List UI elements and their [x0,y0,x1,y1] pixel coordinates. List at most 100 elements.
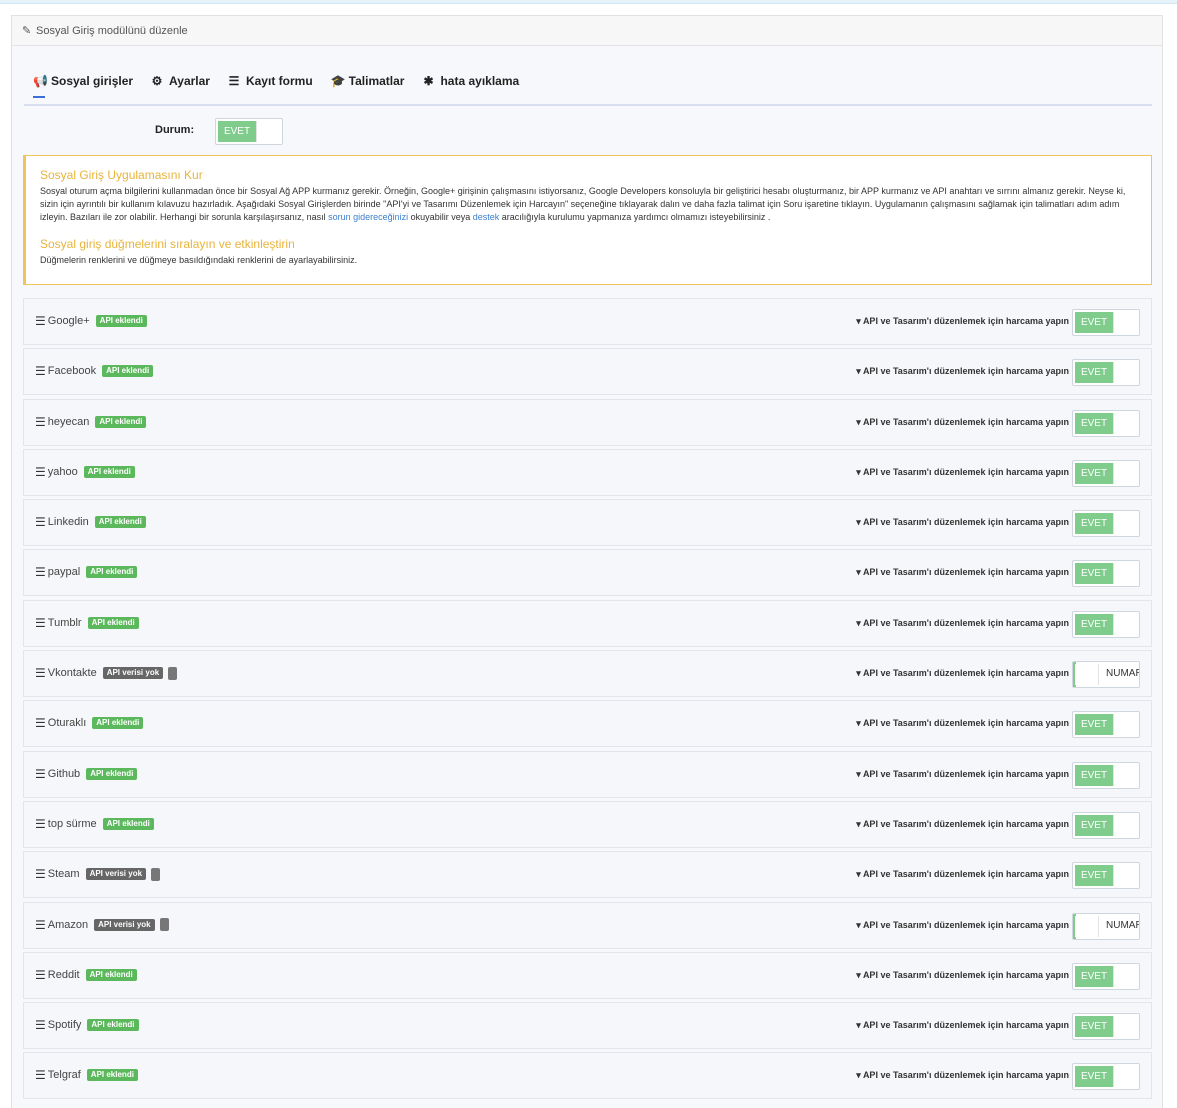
provider-name: ☰ Google+ API eklendi [35,314,147,328]
tab-registration-form[interactable]: ☰ Kayıt formu [228,74,313,92]
expand-edit-link[interactable]: ▾ API ve Tasarım'ı düzenlemek için harca… [856,819,1069,830]
expand-edit-link[interactable]: ▾ API ve Tasarım'ı düzenlemek için harca… [856,769,1069,780]
expand-edit-link[interactable]: ▾ API ve Tasarım'ı düzenlemek için harca… [856,718,1069,729]
provider-row[interactable]: ☰ Facebook API eklendi ▾ API ve Tasarım'ı d… [23,348,1152,396]
provider-toggle[interactable]: EVET [1072,510,1140,538]
provider-row[interactable]: ☰ Google+ API eklendi ▾ API ve Tasarım'ı dü… [23,298,1152,345]
drag-handle-icon[interactable]: ☰ [35,767,46,781]
drag-handle-icon[interactable]: ☰ [35,968,46,982]
provider-toggle[interactable]: NUMARA [1072,661,1140,689]
drag-handle-icon[interactable]: ☰ [35,918,46,932]
provider-toggle[interactable]: EVET [1072,409,1140,437]
provider-row[interactable]: ☰ Spotify API eklendi ▾ API ve Tasarım'ı dü… [23,1002,1152,1050]
expand-edit-link[interactable]: ▾ API ve Tasarım'ı düzenlemek için harca… [856,618,1069,629]
provider-name: ☰ Facebook API eklendi [35,364,154,378]
api-status-badge: API eklendi [87,616,139,629]
drag-handle-icon[interactable]: ☰ [35,716,46,730]
toggle-off-label: NUMARA [1106,919,1139,931]
toggle-on-label: EVET [1075,613,1113,635]
provider-row[interactable]: ☰ yahoo API eklendi ▾ API ve Tasarım'ı düze… [23,448,1152,496]
toggle-knob [1113,764,1137,786]
tab-settings[interactable]: ⚙ Ayarlar [151,74,210,92]
drag-handle-icon[interactable]: ☰ [35,1068,46,1082]
drag-handle-icon[interactable]: ☰ [35,616,46,630]
expand-edit-link[interactable]: ▾ API ve Tasarım'ı düzenlemek için harca… [856,1020,1069,1031]
provider-toggle[interactable]: EVET [1072,610,1140,638]
expand-edit-link[interactable]: ▾ API ve Tasarım'ı düzenlemek için harca… [856,366,1069,377]
provider-row[interactable]: ☰ Github API eklendi ▾ API ve Tasarım'ı düz… [23,750,1152,798]
drag-handle-icon[interactable]: ☰ [35,817,46,831]
drag-handle-icon[interactable]: ☰ [35,565,46,579]
expand-edit-link[interactable]: ▾ API ve Tasarım'ı düzenlemek için harca… [856,668,1069,679]
provider-toggle[interactable]: EVET [1072,309,1140,336]
tab-debug[interactable]: ✱ hata ayıklama [422,74,519,92]
provider-row[interactable]: ☰ paypal API eklendi ▾ API ve Tasarım'ı düz… [23,549,1152,597]
provider-row[interactable]: ☰ Linkedin API eklendi ▾ API ve Tasarım'ı d… [23,499,1152,547]
api-status-badge: API eklendi [83,465,135,478]
provider-name: ☰ top sürme API eklendi [35,817,154,831]
drag-handle-icon[interactable]: ☰ [35,1018,46,1032]
provider-row[interactable]: ☰ Steam API verisi yok ▾ API ve Tasarım'ı d… [23,851,1152,899]
provider-toggle[interactable]: EVET [1072,862,1140,890]
toggle-knob [1113,865,1137,887]
drag-handle-icon[interactable]: ☰ [35,415,46,429]
api-status-badge: API eklendi [86,1069,138,1082]
provider-toggle[interactable]: EVET [1072,359,1140,387]
provider-row[interactable]: ☰ Telgraf API eklendi ▾ API ve Tasarım'ı dü… [23,1052,1152,1100]
toggle-knob [1113,513,1137,535]
provider-toggle[interactable]: EVET [1072,811,1140,839]
drag-handle-icon[interactable]: ☰ [35,867,46,881]
provider-label: Google+ [47,315,90,327]
api-status-badge: API verisi yok [85,868,147,881]
provider-toggle[interactable]: EVET [1072,761,1140,789]
expand-edit-link[interactable]: ▾ API ve Tasarım'ı düzenlemek için harca… [856,567,1069,578]
drag-handle-icon[interactable]: ☰ [35,666,46,680]
provider-name: ☰ paypal API eklendi [35,565,138,579]
api-status-badge: API eklendi [87,1019,139,1032]
toggle-knob [1113,714,1137,736]
provider-toggle[interactable]: EVET [1072,1063,1140,1091]
toggle-on-label: EVET [1075,513,1113,535]
status-toggle[interactable]: EVET [215,118,283,145]
provider-row[interactable]: ☰ Vkontakte API verisi yok ▾ API ve Tasarım… [23,650,1152,698]
notice-subtitle: Sosyal giriş düğmelerini sıralayın ve et… [40,237,295,251]
expand-edit-link[interactable]: ▾ API ve Tasarım'ı düzenlemek için harca… [856,869,1069,880]
support-link[interactable]: destek [473,212,500,222]
drag-handle-icon[interactable]: ☰ [35,364,46,378]
toggle-on-label: EVET [1075,563,1113,585]
provider-toggle[interactable]: EVET [1072,711,1140,739]
provider-toggle[interactable]: NUMARA [1072,912,1140,940]
provider-name: ☰ yahoo API eklendi [35,465,135,479]
provider-row[interactable]: ☰ top sürme API eklendi ▾ API ve Tasarım'ı … [23,800,1152,848]
drag-handle-icon[interactable]: ☰ [35,515,46,529]
api-status-badge: API eklendi [102,365,154,378]
tab-social-logins[interactable]: 📢 Sosyal girişler [33,74,133,98]
troubleshoot-link[interactable]: sorun gidereceğinizi [328,212,408,222]
provider-toggle[interactable]: EVET [1072,560,1140,588]
expand-edit-link[interactable]: ▾ API ve Tasarım'ı düzenlemek için harca… [856,316,1069,327]
provider-toggle[interactable]: EVET [1072,459,1140,487]
provider-toggle[interactable]: EVET [1072,1013,1140,1041]
provider-row[interactable]: ☰ Reddit API eklendi ▾ API ve Tasarım'ı düz… [23,951,1152,999]
provider-label: Steam [47,868,80,881]
provider-row[interactable]: ☰ Tumblr API eklendi ▾ API ve Tasarım'ı düz… [23,599,1152,647]
provider-name: ☰ Telgraf API eklendi [35,1068,138,1082]
provider-row[interactable]: ☰ heyecan API eklendi ▾ API ve Tasarım'ı dü… [23,398,1152,446]
expand-edit-link[interactable]: ▾ API ve Tasarım'ı düzenlemek için harca… [856,467,1069,478]
toggle-knob [1075,915,1099,937]
tab-label: Talimatlar [348,74,405,88]
toggle-on-label: EVET [1075,462,1113,484]
provider-row[interactable]: ☰ Oturaklı API eklendi ▾ API ve Tasarım'ı d… [23,700,1152,748]
drag-handle-icon[interactable]: ☰ [35,314,46,328]
provider-toggle[interactable]: EVET [1072,962,1140,990]
expand-edit-link[interactable]: ▾ API ve Tasarım'ı düzenlemek için harca… [856,517,1069,528]
expand-edit-link[interactable]: ▾ API ve Tasarım'ı düzenlemek için harca… [856,970,1069,981]
expand-edit-link[interactable]: ▾ API ve Tasarım'ı düzenlemek için harca… [856,920,1069,931]
provider-label: Github [47,767,81,780]
provider-row[interactable]: ☰ Amazon API verisi yok ▾ API ve Tasarım'ı … [23,901,1152,949]
expand-edit-link[interactable]: ▾ API ve Tasarım'ı düzenlemek için harca… [856,417,1069,428]
expand-edit-link[interactable]: ▾ API ve Tasarım'ı düzenlemek için harca… [856,1070,1069,1081]
drag-handle-icon[interactable]: ☰ [35,465,46,479]
tab-instructions[interactable]: 🎓 Talimatlar [331,74,405,92]
provider-name: ☰ Oturaklı API eklendi [35,716,144,730]
